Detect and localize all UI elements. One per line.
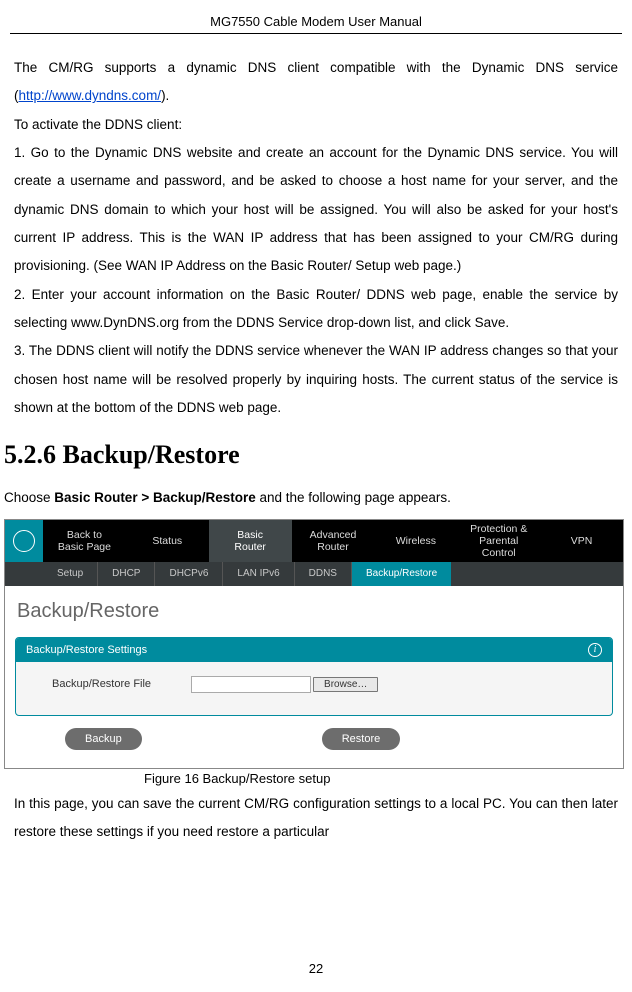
moto-logo-icon — [13, 530, 35, 552]
settings-box: Backup/Restore Settings i Backup/Restore… — [15, 637, 613, 716]
file-path-input[interactable] — [191, 676, 311, 693]
nav-advanced-router[interactable]: Advanced Router — [292, 520, 375, 562]
nav-back-to-basic[interactable]: Back to Basic Page — [43, 520, 126, 562]
settings-body: Backup/Restore File Browse… — [16, 662, 612, 715]
closing-para: In this page, you can save the current C… — [14, 790, 618, 847]
subnav-ddns[interactable]: DDNS — [295, 562, 352, 586]
subnav-backup-restore[interactable]: Backup/Restore — [352, 562, 451, 586]
choose-pre: Choose — [4, 490, 54, 505]
settings-header: Backup/Restore Settings i — [16, 638, 612, 662]
nav-vpn[interactable]: VPN — [540, 520, 623, 562]
nav-protection-label: Protection & Parental Control — [461, 523, 536, 559]
subnav-dhcpv6[interactable]: DHCPv6 — [155, 562, 223, 586]
dyndns-link[interactable]: http://www.dyndns.com/ — [19, 88, 162, 103]
page-number: 22 — [0, 961, 632, 976]
choose-para: Choose Basic Router > Backup/Restore and… — [4, 484, 618, 512]
doc-title: MG7550 Cable Modem User Manual — [210, 14, 422, 29]
panel: Backup/Restore Backup/Restore Settings i… — [5, 586, 623, 768]
step-2: 2. Enter your account information on the… — [14, 281, 618, 338]
step-1: 1. Go to the Dynamic DNS website and cre… — [14, 139, 618, 281]
nav-basic-label: Basic Router — [234, 529, 266, 553]
figure-caption: Figure 16 Backup/Restore setup — [14, 771, 618, 786]
brand-logo — [5, 520, 43, 562]
nav-status-label: Status — [152, 535, 182, 547]
page-header: MG7550 Cable Modem User Manual — [10, 0, 622, 34]
intro-text-post: ). — [161, 88, 169, 103]
subnav-dhcp[interactable]: DHCP — [98, 562, 155, 586]
nav-basic-router[interactable]: Basic Router — [209, 520, 292, 562]
nav-wireless[interactable]: Wireless — [374, 520, 457, 562]
subnav-setup[interactable]: Setup — [43, 562, 98, 586]
intro-para: The CM/RG supports a dynamic DNS client … — [14, 54, 618, 111]
action-row: Backup Restore — [5, 716, 623, 762]
panel-title: Backup/Restore — [5, 598, 623, 637]
nav-wireless-label: Wireless — [396, 535, 436, 547]
restore-button[interactable]: Restore — [322, 728, 401, 750]
nav-protection[interactable]: Protection & Parental Control — [457, 520, 540, 562]
router-ui-screenshot: Back to Basic Page Status Basic Router A… — [4, 519, 624, 769]
choose-bold: Basic Router > Backup/Restore — [54, 490, 255, 505]
browse-button[interactable]: Browse… — [313, 677, 378, 692]
settings-header-label: Backup/Restore Settings — [26, 644, 147, 656]
info-icon[interactable]: i — [588, 643, 602, 657]
step-3: 3. The DDNS client will notify the DDNS … — [14, 337, 618, 422]
file-field-label: Backup/Restore File — [52, 678, 151, 690]
section-heading: 5.2.6 Backup/Restore — [4, 440, 618, 470]
content-body: The CM/RG supports a dynamic DNS client … — [0, 34, 632, 847]
nav-back-label: Back to Basic Page — [58, 529, 111, 553]
nav-top: Back to Basic Page Status Basic Router A… — [5, 520, 623, 562]
choose-post: and the following page appears. — [256, 490, 451, 505]
nav-status[interactable]: Status — [126, 520, 209, 562]
backup-button[interactable]: Backup — [65, 728, 142, 750]
nav-vpn-label: VPN — [571, 535, 593, 547]
nav-sub: Setup DHCP DHCPv6 LAN IPv6 DDNS Backup/R… — [5, 562, 623, 586]
activate-line: To activate the DDNS client: — [14, 111, 618, 139]
nav-advanced-label: Advanced Router — [310, 529, 357, 553]
subnav-lanipv6[interactable]: LAN IPv6 — [223, 562, 294, 586]
